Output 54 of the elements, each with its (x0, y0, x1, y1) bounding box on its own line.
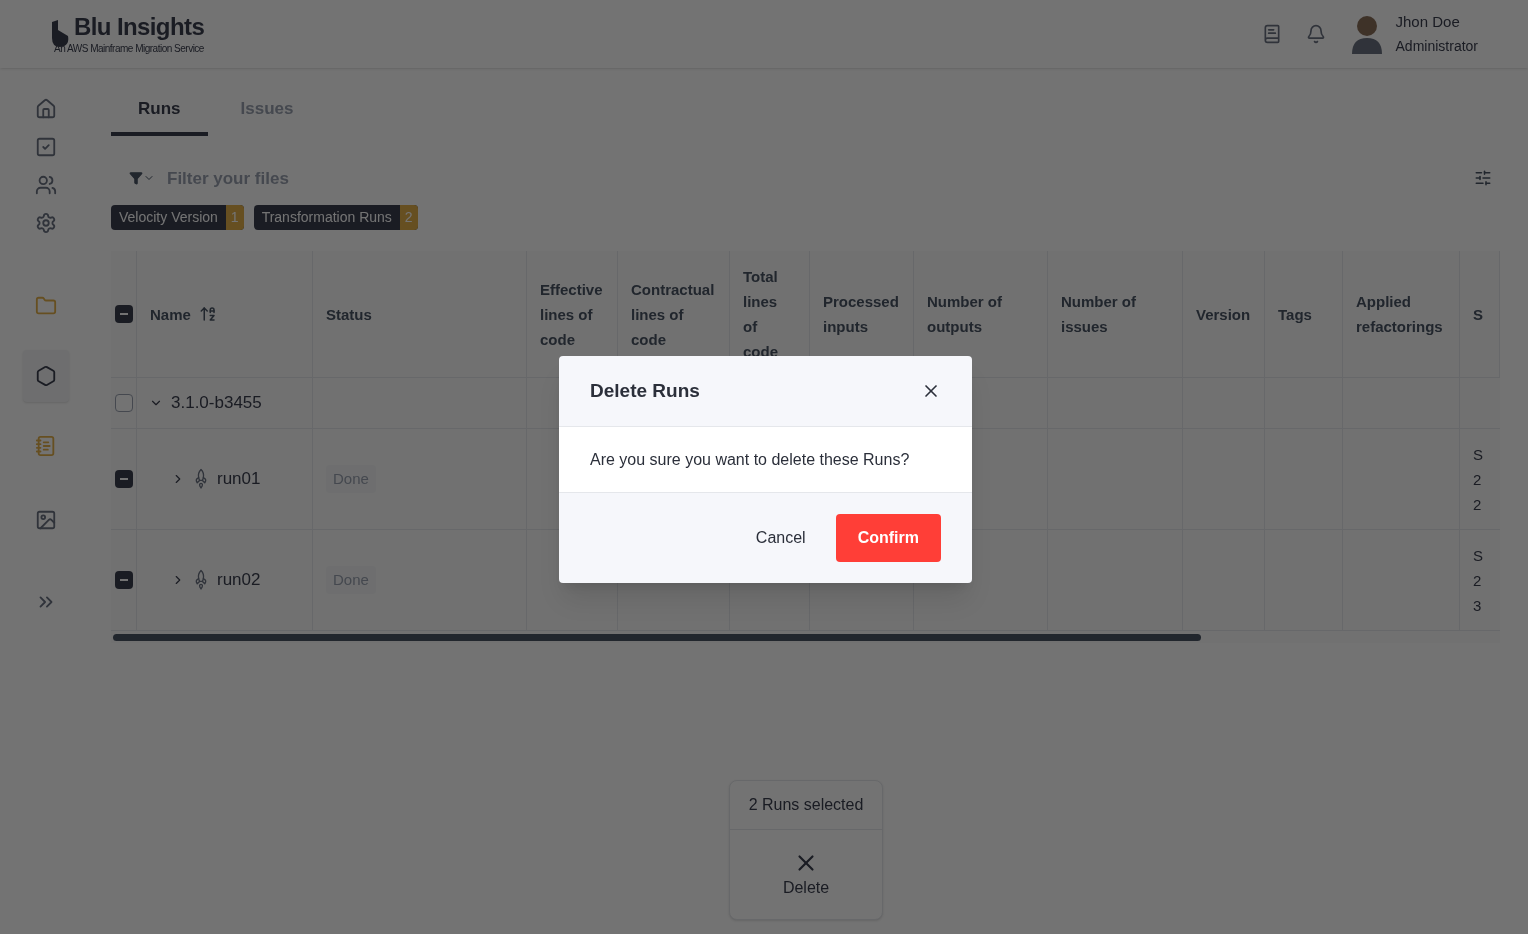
column-header[interactable]: Number of issues (1061, 289, 1169, 339)
group-name[interactable]: 3.1.0-b3455 (171, 390, 262, 416)
bell-icon[interactable] (1305, 24, 1326, 44)
table-cell-text: 2 (1473, 469, 1483, 490)
column-header[interactable]: Contractual lines of code (631, 276, 716, 352)
selection-count: 2 Runs selected (730, 781, 882, 830)
table-cell-text: S (1473, 444, 1484, 465)
sort-icon[interactable] (198, 305, 217, 323)
checkbox-icon (35, 136, 57, 158)
checkbox[interactable] (114, 571, 133, 589)
horizontal-scrollbar[interactable] (113, 633, 1201, 641)
filter-dropdown[interactable] (129, 171, 155, 186)
chip-count: 2 (399, 205, 418, 230)
dialog-title: Delete Runs (590, 378, 700, 403)
image-icon (35, 509, 57, 531)
column-header[interactable]: Version (1196, 301, 1251, 327)
run-name[interactable]: run01 (217, 466, 261, 492)
notebook-icon (35, 435, 57, 457)
table-cell-text: S (1473, 545, 1484, 566)
settings-icon (35, 212, 57, 234)
folder-icon (35, 295, 57, 317)
chip-count: 1 (225, 205, 244, 230)
column-header[interactable]: Processed inputs (823, 289, 900, 339)
user-role: Administrator (1395, 37, 1478, 56)
checkbox[interactable] (114, 470, 133, 488)
table-cell-text: 3 (1473, 595, 1483, 616)
home-icon (35, 98, 57, 120)
table-cell-text: 2 (1473, 494, 1483, 515)
column-header[interactable]: Name (150, 301, 191, 327)
column-header[interactable]: Tags (1278, 301, 1312, 327)
column-header[interactable]: Number of outputs (927, 289, 1034, 339)
checkbox[interactable] (114, 305, 133, 323)
hexagon-icon (35, 365, 57, 387)
table-cell-text: 2 (1473, 570, 1483, 591)
checkbox[interactable] (114, 394, 133, 412)
filter-icon (129, 171, 143, 186)
user-name: Jhon Doe (1395, 12, 1461, 32)
column-header[interactable]: Status (326, 301, 372, 327)
tab[interactable]: Runs (111, 92, 208, 136)
cancel-button[interactable]: Cancel (733, 514, 828, 562)
avatar (1349, 14, 1384, 54)
column-settings-icon[interactable] (1474, 169, 1492, 188)
filter-chip[interactable]: Transformation Runs 2 (253, 205, 418, 230)
users-icon (35, 174, 57, 196)
dialog-message: Are you sure you want to delete these Runs? (590, 449, 910, 470)
run-name[interactable]: run02 (217, 567, 261, 593)
filter-chip[interactable]: Velocity Version 1 (111, 205, 244, 230)
column-header[interactable]: S (1473, 301, 1483, 327)
confirm-button[interactable]: Confirm (835, 514, 941, 562)
column-header[interactable]: Applied refactorings (1356, 289, 1446, 339)
brand-name: Blu Insights (74, 12, 205, 41)
sidebar-item[interactable] (23, 350, 69, 402)
delete-action[interactable]: Delete (730, 830, 882, 900)
column-header[interactable]: Effective lines of code (540, 276, 604, 352)
